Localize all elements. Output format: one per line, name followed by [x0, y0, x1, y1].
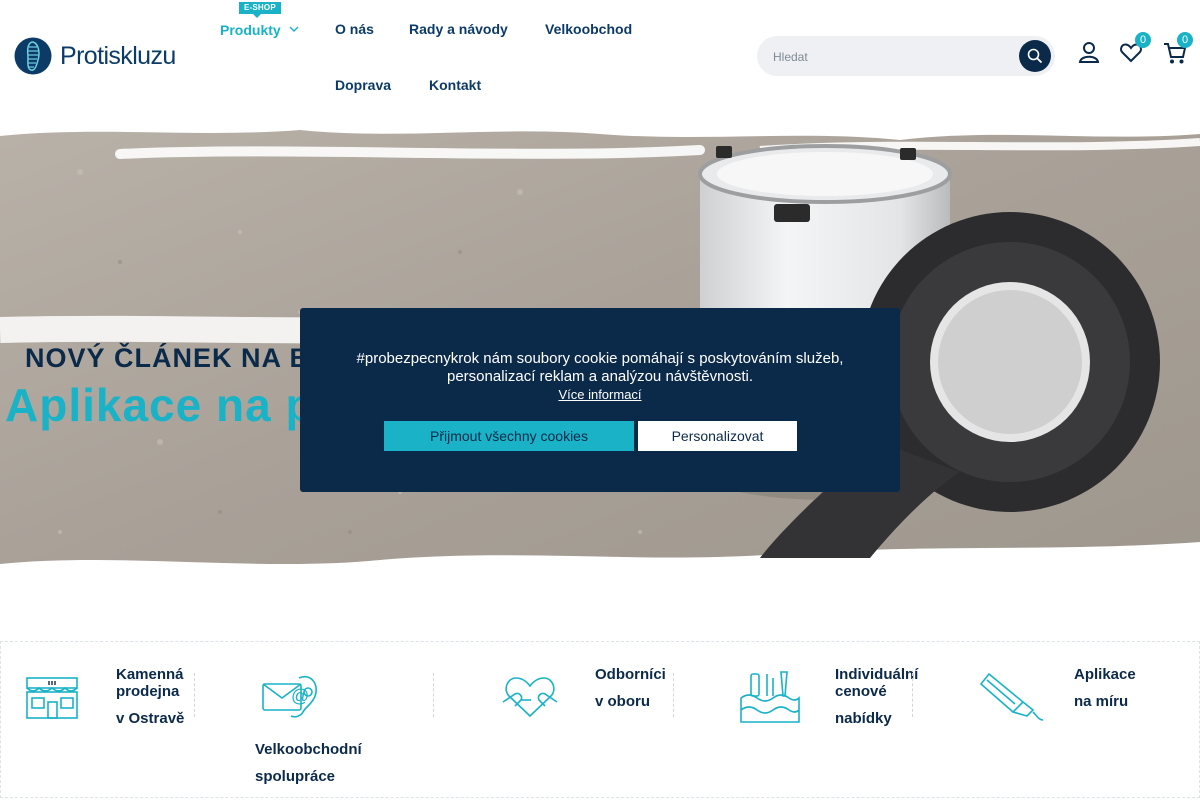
- feature-custom-line1: Aplikace: [1074, 666, 1136, 683]
- brand-name: Protiskluzu: [60, 41, 176, 70]
- store-icon: [26, 677, 78, 719]
- feature-store-line3: v Ostravě: [116, 710, 185, 727]
- feature-store-line2: prodejna: [116, 683, 180, 700]
- logo-sole-icon: [14, 37, 52, 75]
- features-strip: Kamenná prodejna v Ostravě @ Velkoobchod…: [0, 641, 1200, 798]
- feature-experts-line2: v oboru: [595, 693, 650, 710]
- tools-icon: [740, 671, 800, 723]
- feature-experts-line1: Odborníci: [595, 666, 666, 683]
- nav-kontakt[interactable]: Kontakt: [429, 77, 481, 93]
- nav-produkty[interactable]: Produkty: [220, 22, 281, 38]
- site-header: Protiskluzu E-SHOP Produkty O nás Rady a…: [0, 0, 1200, 112]
- feature-pricing-line3: nabídky: [835, 710, 892, 727]
- search-box: [757, 36, 1055, 76]
- divider: [673, 673, 674, 717]
- nav-velkoobchod[interactable]: Velkoobchod: [545, 21, 632, 37]
- nav-rady-a-navody[interactable]: Rady a návody: [409, 21, 508, 37]
- search-button[interactable]: [1019, 40, 1051, 72]
- brand-logo[interactable]: Protiskluzu: [14, 37, 176, 75]
- personalize-cookies-button[interactable]: Personalizovat: [638, 421, 797, 451]
- nav-o-nas[interactable]: O nás: [335, 21, 374, 37]
- feature-wholesale-line2: spolupráce: [255, 768, 336, 785]
- feature-pricing-line2: cenové: [835, 683, 887, 700]
- svg-text:@: @: [291, 686, 309, 706]
- contact-icon: @: [262, 675, 317, 718]
- cookie-consent-dialog: #probezpecnykrok nám soubory cookie pomá…: [300, 308, 900, 492]
- cart-count-badge: 0: [1177, 32, 1193, 48]
- feature-wholesale-line1: Velkoobchodní: [255, 741, 362, 758]
- wishlist-count-badge: 0: [1135, 32, 1151, 48]
- user-icon[interactable]: [1076, 40, 1102, 66]
- divider: [912, 673, 913, 717]
- divider: [433, 673, 434, 717]
- heart-hands-icon: [502, 677, 558, 718]
- cookie-message: #probezpecnykrok nám soubory cookie pomá…: [356, 350, 844, 385]
- search-icon: [1027, 48, 1043, 64]
- cookie-more-info-link[interactable]: Více informací: [300, 387, 900, 402]
- divider: [194, 673, 195, 717]
- feature-store-line1: Kamenná: [116, 666, 184, 683]
- tube-icon: [979, 672, 1044, 721]
- search-input[interactable]: [771, 46, 1005, 68]
- nav-doprava[interactable]: Doprava: [335, 77, 391, 93]
- eshop-badge: E-SHOP: [239, 2, 281, 18]
- feature-pricing-line1: Individuální: [835, 666, 919, 683]
- chevron-down-icon[interactable]: [289, 26, 299, 32]
- accept-all-cookies-button[interactable]: Přijmout všechny cookies: [384, 421, 634, 451]
- feature-custom-line2: na míru: [1074, 693, 1129, 710]
